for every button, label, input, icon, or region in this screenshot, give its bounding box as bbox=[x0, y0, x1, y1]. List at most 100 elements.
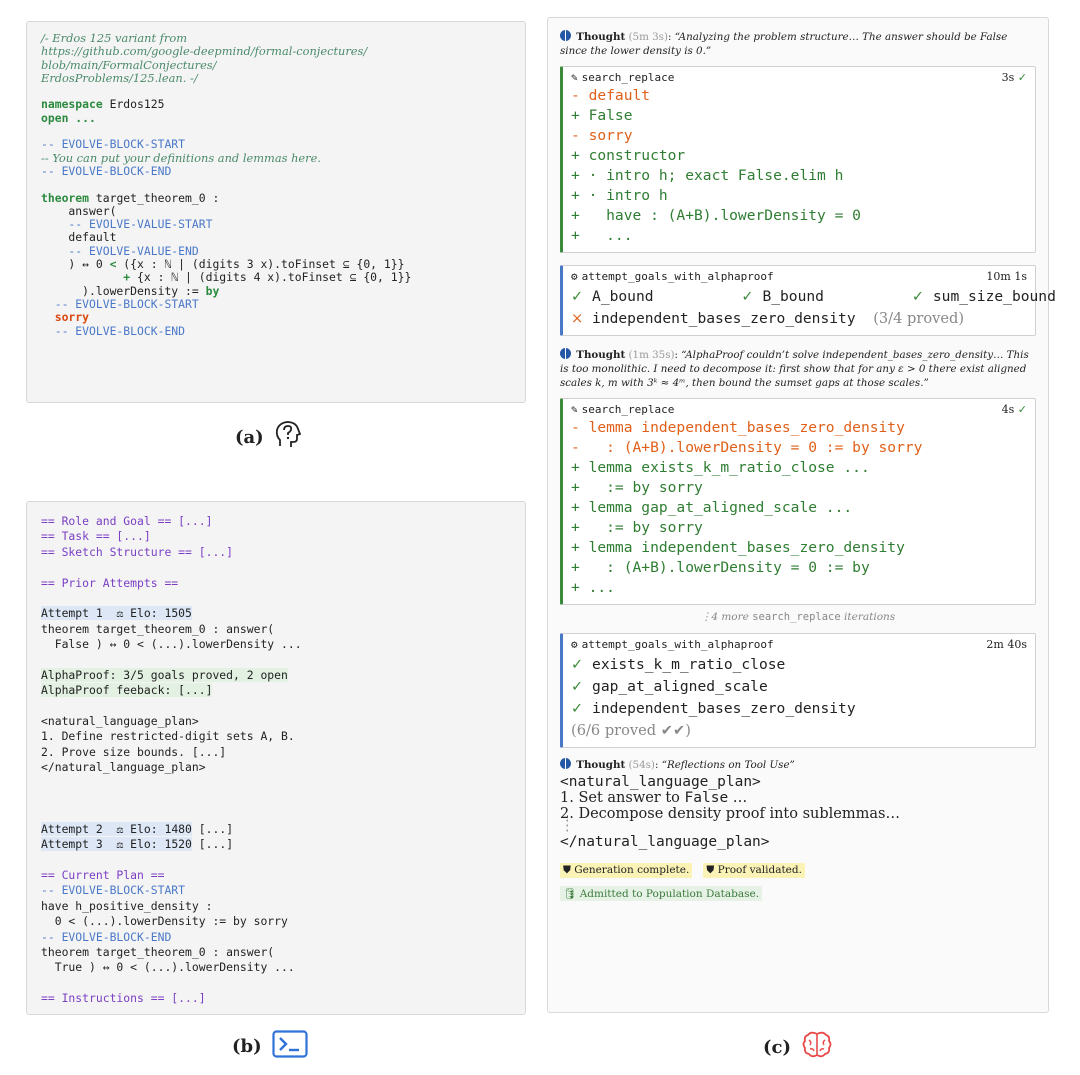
plan-open-tag: <natural_language_plan> bbox=[560, 774, 761, 790]
status-row: ⛊ Generation complete. ⛊ Proof validated… bbox=[560, 858, 1036, 878]
shield-icon: ⛊ bbox=[563, 864, 571, 876]
attempt-2-header: Attempt 2 ⚖ Elo: 1480 [...] bbox=[41, 821, 234, 836]
goal-row: ✓ A_bound ✓ B_bound ✓ sum_size_bound bbox=[571, 287, 1056, 305]
evolve-marker: -- EVOLVE-VALUE-START bbox=[41, 217, 213, 232]
section-header: == Current Plan == bbox=[41, 867, 165, 882]
diff-added-line: + := by sorry bbox=[571, 479, 703, 496]
search-replace-block-2: ✎ search_replace 4s ✓ - lemma independent… bbox=[560, 398, 1036, 605]
caption-c: (c) bbox=[763, 1030, 833, 1065]
diff-added-line: + := by sorry bbox=[571, 519, 703, 536]
evolve-marker: -- EVOLVE-BLOCK-START bbox=[41, 137, 186, 152]
tool-time: 3s bbox=[1001, 71, 1015, 84]
gears-icon: ⚙ bbox=[571, 638, 578, 651]
thought-3: Thought (54s): “Reflections on Tool Use” bbox=[560, 758, 1036, 772]
code-line: answer( bbox=[41, 203, 117, 218]
shield-icon: ⛊ bbox=[706, 864, 715, 876]
thought-2: Thought (1m 35s): “AlphaProof couldn’t s… bbox=[560, 348, 1029, 389]
cross-icon: × bbox=[571, 309, 584, 327]
check-icon: ✓ bbox=[1017, 403, 1027, 416]
caption-b: (b) bbox=[232, 1030, 308, 1063]
search-replace-block-1: ✎ search_replace 3s ✓ - default + False - s… bbox=[560, 66, 1036, 253]
diff-body: - lemma independent_bases_zero_density - … bbox=[563, 418, 1035, 604]
code-comment: https://github.com/google-deepmind/forma… bbox=[41, 44, 368, 59]
code-line: theorem target_theorem_0 : answer( bbox=[41, 944, 275, 959]
diff-removed-line: - default bbox=[571, 87, 651, 104]
brain-icon bbox=[801, 1030, 833, 1065]
elo-score: Elo: 1505 bbox=[130, 606, 192, 621]
brain-dot-icon bbox=[560, 758, 571, 769]
code-line: False ) ↔ 0 < (...).lowerDensity ... bbox=[41, 637, 302, 652]
status-badge: 🛢 Admitted to Population Database. bbox=[560, 886, 763, 901]
gears-icon: ⚙ bbox=[571, 270, 578, 283]
alphaproof-feedback: AlphaProof feeback: [...] bbox=[41, 683, 213, 698]
diff-removed-line: - : (A+B).lowerDensity = 0 := by sorry bbox=[571, 439, 923, 456]
code-line: 0 < (...).lowerDensity := by sorry bbox=[41, 914, 288, 929]
thought-1: Thought (5m 3s): “Analyzing the problem … bbox=[560, 30, 1008, 57]
caption-c-label: (c) bbox=[763, 1037, 791, 1058]
pencil-icon: ✎ bbox=[571, 71, 578, 84]
plan-close-tag: </natural_language_plan> bbox=[560, 834, 770, 850]
diff-added-line: + · intro h bbox=[571, 187, 668, 204]
tool-name: search_replace bbox=[581, 71, 675, 84]
status-row: 🛢 Admitted to Population Database. bbox=[560, 882, 1036, 901]
diff-added-line: + · intro h; exact False.elim h bbox=[571, 167, 844, 184]
attempt-label: Attempt 1 bbox=[41, 606, 103, 621]
attempt-goals-block-2: ⚙ attempt_goals_with_alphaproof 2m 40s ✓ … bbox=[560, 633, 1036, 748]
section-header: == Prior Attempts == bbox=[41, 575, 179, 590]
section-header: == Role and Goal == [...] bbox=[41, 514, 213, 528]
caption-a-label: (a) bbox=[235, 427, 264, 448]
evolve-marker: -- EVOLVE-BLOCK-START bbox=[41, 883, 186, 898]
code-comment: /- Erdos 125 variant from bbox=[41, 31, 188, 45]
evolve-marker: -- EVOLVE-BLOCK-START bbox=[41, 296, 199, 311]
diff-added-line: + False bbox=[571, 107, 633, 124]
goal-row: ✓ exists_k_m_ratio_close bbox=[571, 655, 786, 673]
diff-added-line: + lemma gap_at_aligned_scale ... bbox=[571, 499, 853, 516]
code-line: ).lowerDensity := by bbox=[41, 283, 220, 298]
namespace-line: namespace Erdos125 bbox=[41, 97, 165, 112]
attempt-1-header: Attempt 1 ⚖ Elo: 1505 bbox=[41, 606, 511, 621]
plan-line: </natural_language_plan> bbox=[41, 760, 206, 775]
sorry-line: sorry bbox=[41, 310, 90, 325]
scale-icon: ⚖ bbox=[116, 837, 124, 852]
plan-step-2: 2. Decompose density proof into sublemma… bbox=[560, 806, 900, 822]
final-plan: <natural_language_plan> 1. Set answer to… bbox=[560, 774, 1036, 850]
caption-b-label: (b) bbox=[232, 1036, 262, 1057]
section-header: == Task == [...] bbox=[41, 529, 151, 544]
code-comment: -- You can put your definitions and lemm… bbox=[41, 150, 321, 165]
evolve-marker: -- EVOLVE-VALUE-END bbox=[41, 243, 199, 258]
check-icon: ✓ bbox=[571, 677, 584, 695]
check-icon: ✓ bbox=[911, 287, 925, 305]
plan-line: 1. Define restricted-digit sets A, B. bbox=[41, 729, 295, 744]
status-badge: ⛊ Generation complete. bbox=[560, 863, 693, 878]
panel-c-trajectory-box: Thought (5m 3s): “Analyzing the problem … bbox=[547, 17, 1056, 1013]
evolve-marker: -- EVOLVE-BLOCK-END bbox=[41, 163, 172, 178]
code-line: + {x : ℕ | (digits 4 x).toFinset ⊆ {0, 1… bbox=[123, 270, 412, 285]
code-line: have h_positive_density : bbox=[41, 898, 213, 913]
plan-step-1: 1. Set answer to False … bbox=[560, 790, 748, 806]
code-line: default bbox=[41, 230, 117, 245]
brain-dot-icon bbox=[560, 348, 571, 359]
thinking-head-icon bbox=[274, 420, 302, 455]
diff-added-line: + lemma exists_k_m_ratio_close ... bbox=[571, 459, 870, 476]
diff-added-line: + ... bbox=[571, 227, 633, 244]
plan-line: <natural_language_plan> bbox=[41, 714, 199, 729]
code-line: ) ↔ 0 < ({x : ℕ | (digits 3 x).toFinset … bbox=[41, 257, 405, 272]
check-icon: ✓ bbox=[571, 699, 584, 717]
check-icon: ✓ bbox=[571, 655, 584, 673]
diff-body: - default + False - sorry + constructor + · … bbox=[563, 86, 1035, 252]
panel-a-code-box: /- Erdos 125 variant from https://github… bbox=[26, 21, 526, 403]
check-icon: ✓ bbox=[1017, 71, 1027, 84]
section-header: == Instructions == [...] bbox=[41, 991, 206, 1006]
theorem-line: theorem target_theorem_0 : bbox=[41, 190, 220, 205]
panel-b-prompt-box: == Role and Goal == [...] == Task == [..… bbox=[26, 501, 526, 1015]
diff-added-line: + ... bbox=[571, 579, 615, 596]
goal-row: × independent_bases_zero_density (3/4 pr… bbox=[571, 309, 965, 327]
code-line: theorem target_theorem_0 : answer( bbox=[41, 621, 275, 636]
pencil-icon: ✎ bbox=[571, 403, 578, 416]
thought-text: “Analyzing the problem structure… The an… bbox=[560, 31, 1008, 57]
alphaproof-result: AlphaProof: 3/5 goals proved, 2 open bbox=[41, 667, 288, 682]
diff-added-line: + have : (A+B).lowerDensity = 0 bbox=[571, 207, 861, 224]
